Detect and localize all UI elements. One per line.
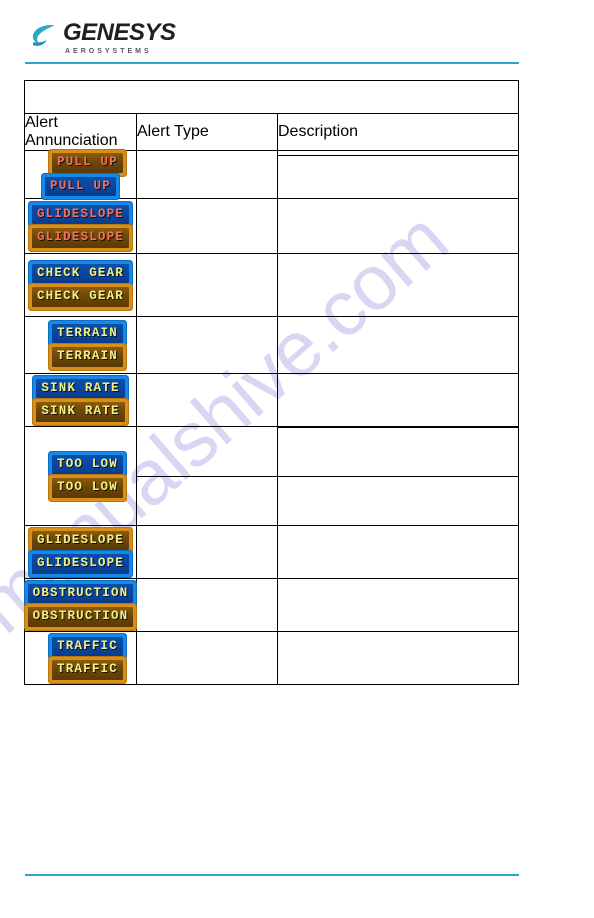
logo-tagline: AEROSYSTEMS xyxy=(65,48,152,55)
alert-badge-obstruction-caution: OBSTRUCTION xyxy=(27,607,134,627)
badge-cell-check-gear: CHECK GEAR CHECK GEAR xyxy=(24,253,137,317)
table-row: SINK RATE SINK RATE xyxy=(24,373,520,427)
desc-cell-terrain xyxy=(276,316,520,374)
table-title-cell xyxy=(23,80,520,114)
type-cell-too-low-a xyxy=(136,426,278,477)
desc-cell-check-gear xyxy=(276,253,520,317)
alert-badge-too-low-advisory: TOO LOW xyxy=(52,454,123,474)
badge-cell-traffic: TRAFFIC TRAFFIC xyxy=(24,631,137,685)
logo-wordmark: GENESYS AEROSYSTEMS xyxy=(63,19,176,56)
badge-cell-obstruction: OBSTRUCTION OBSTRUCTION xyxy=(24,578,137,632)
alert-annunciation-table: Alert Annunciation Alert Type Descriptio… xyxy=(23,80,520,685)
type-cell-obstruction xyxy=(136,578,278,632)
alert-badge-glideslope2-caution: GLIDESLOPE xyxy=(31,530,129,550)
desc-cell-pull-up-2 xyxy=(276,155,520,199)
type-cell-glideslope-1 xyxy=(136,198,278,254)
table-row: CHECK GEAR CHECK GEAR xyxy=(24,253,520,317)
type-cell-pull-up xyxy=(136,150,278,199)
badge-cell-pull-up: PULL UP PULL UP xyxy=(24,150,137,199)
alert-badge-check-gear-caution: CHECK GEAR xyxy=(31,287,129,307)
column-header-type: Alert Type xyxy=(136,113,278,151)
desc-cell-too-low-2 xyxy=(276,427,520,477)
header-divider-rule xyxy=(25,62,519,64)
alert-badge-pull-up-advisory: PULL UP xyxy=(45,176,116,196)
type-cell-terrain xyxy=(136,316,278,374)
table-row: OBSTRUCTION OBSTRUCTION xyxy=(24,578,520,632)
alert-badge-traffic-advisory: TRAFFIC xyxy=(52,636,123,656)
badge-cell-terrain: TERRAIN TERRAIN xyxy=(24,316,137,374)
alert-badge-pull-up-caution: PULL UP xyxy=(52,153,123,173)
footer-divider-rule xyxy=(25,874,519,876)
alert-badge-glideslope2-advisory: GLIDESLOPE xyxy=(31,554,129,574)
desc-cell-sink-rate xyxy=(276,373,520,427)
table-row: GLIDESLOPE GLIDESLOPE xyxy=(24,525,520,579)
desc-cell-glideslope-2 xyxy=(276,525,520,579)
badge-cell-glideslope-1: GLIDESLOPE GLIDESLOPE xyxy=(24,198,137,254)
column-header-description: Description xyxy=(276,113,520,151)
alert-badge-sink-rate-caution: SINK RATE xyxy=(36,402,125,422)
page-header: GENESYS AEROSYSTEMS xyxy=(0,0,594,64)
type-cell-check-gear xyxy=(136,253,278,317)
alert-badge-sink-rate-advisory: SINK RATE xyxy=(36,378,125,398)
alert-badge-traffic-caution: TRAFFIC xyxy=(52,660,123,680)
logo-brand-name: GENESYS xyxy=(63,19,176,46)
alert-badge-glideslope-advisory: GLIDESLOPE xyxy=(31,204,129,224)
table-row: GLIDESLOPE GLIDESLOPE xyxy=(24,198,520,254)
alert-badge-obstruction-advisory: OBSTRUCTION xyxy=(27,583,134,603)
table-row: TRAFFIC TRAFFIC xyxy=(24,631,520,685)
desc-cell-traffic xyxy=(276,631,520,685)
swoosh-icon xyxy=(32,25,55,46)
type-cell-glideslope-2 xyxy=(136,525,278,579)
alert-badge-glideslope-caution: GLIDESLOPE xyxy=(31,228,129,248)
desc-cell-glideslope-1 xyxy=(276,198,520,254)
alert-badge-too-low-caution: TOO LOW xyxy=(52,478,123,498)
type-cell-traffic xyxy=(136,631,278,685)
type-cell-too-low-b xyxy=(136,476,278,526)
desc-cell-obstruction xyxy=(276,578,520,632)
genesys-logo: GENESYS AEROSYSTEMS xyxy=(32,21,176,55)
alert-badge-check-gear-advisory: CHECK GEAR xyxy=(31,263,129,283)
badge-cell-glideslope-2: GLIDESLOPE GLIDESLOPE xyxy=(24,525,137,579)
alert-badge-terrain-advisory: TERRAIN xyxy=(52,323,123,343)
alert-badge-terrain-caution: TERRAIN xyxy=(52,347,123,367)
badge-cell-sink-rate: SINK RATE SINK RATE xyxy=(24,373,137,427)
table-row: TERRAIN TERRAIN xyxy=(24,316,520,374)
desc-cell-too-low-3 xyxy=(276,476,520,526)
column-header-annunciation: Alert Annunciation xyxy=(24,113,137,151)
badge-cell-too-low: TOO LOW TOO LOW xyxy=(24,426,137,526)
table-header-row: Alert Annunciation Alert Type Descriptio… xyxy=(24,113,520,151)
table-title-row xyxy=(23,80,520,114)
type-cell-sink-rate xyxy=(136,373,278,427)
